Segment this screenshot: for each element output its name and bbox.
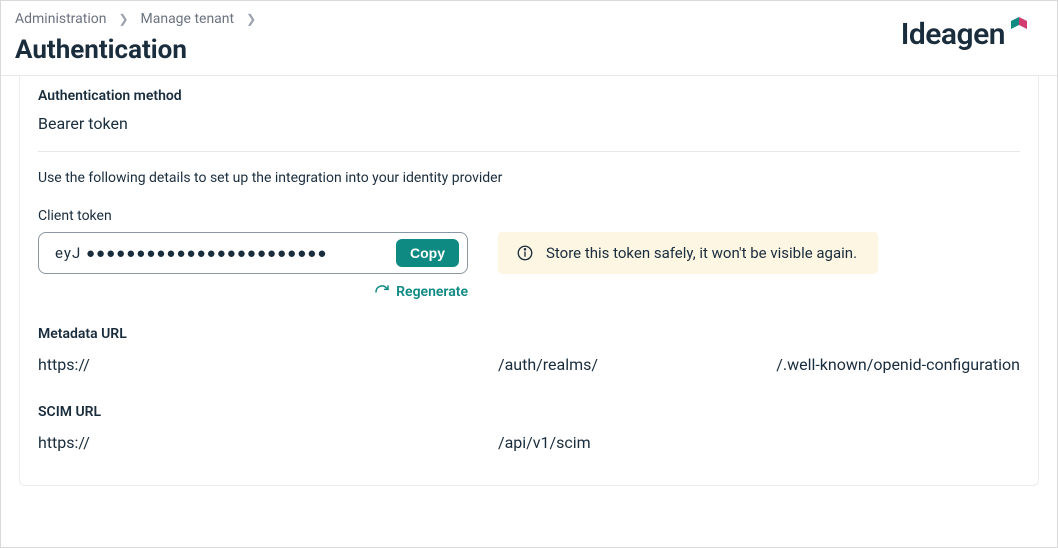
metadata-url-value: https:// /auth/realms/ /.well-known/open… — [38, 352, 1020, 378]
metadata-url-label: Metadata URL — [38, 326, 1020, 342]
brand-logo: Ideagen — [901, 17, 1029, 52]
regenerate-label: Regenerate — [396, 284, 468, 300]
brand-mark-icon — [1009, 15, 1029, 35]
chevron-right-icon: ❯ — [118, 12, 128, 26]
info-icon — [516, 244, 534, 262]
auth-card: Authentication method Bearer token Use t… — [19, 76, 1039, 486]
integration-instructions: Use the following details to set up the … — [38, 170, 1020, 186]
regenerate-button[interactable]: Regenerate — [38, 284, 468, 300]
client-token-label: Client token — [38, 208, 1020, 224]
refresh-icon — [374, 284, 390, 300]
section-divider — [38, 151, 1020, 152]
scim-url-label: SCIM URL — [38, 404, 1020, 420]
copy-button[interactable]: Copy — [396, 239, 459, 267]
scim-url-value: https:// /api/v1/scim — [38, 430, 1020, 456]
page-header: Administration ❯ Manage tenant ❯ Authent… — [1, 1, 1057, 65]
client-token-value: eyJ ●●●●●●●●●●●●●●●●●●●●●●●● — [55, 244, 386, 262]
chevron-right-icon: ❯ — [246, 12, 256, 26]
client-token-field: eyJ ●●●●●●●●●●●●●●●●●●●●●●●● Copy — [38, 232, 468, 274]
brand-name: Ideagen — [901, 17, 1005, 52]
auth-method-label: Authentication method — [38, 88, 1020, 104]
page-title: Authentication — [15, 35, 256, 65]
auth-method-value: Bearer token — [38, 114, 1020, 133]
token-warning-alert: Store this token safely, it won't be vis… — [498, 232, 878, 274]
breadcrumb-link-administration[interactable]: Administration — [15, 11, 106, 27]
breadcrumb: Administration ❯ Manage tenant ❯ — [15, 11, 256, 27]
alert-text: Store this token safely, it won't be vis… — [546, 244, 857, 262]
breadcrumb-link-manage-tenant[interactable]: Manage tenant — [141, 11, 235, 27]
